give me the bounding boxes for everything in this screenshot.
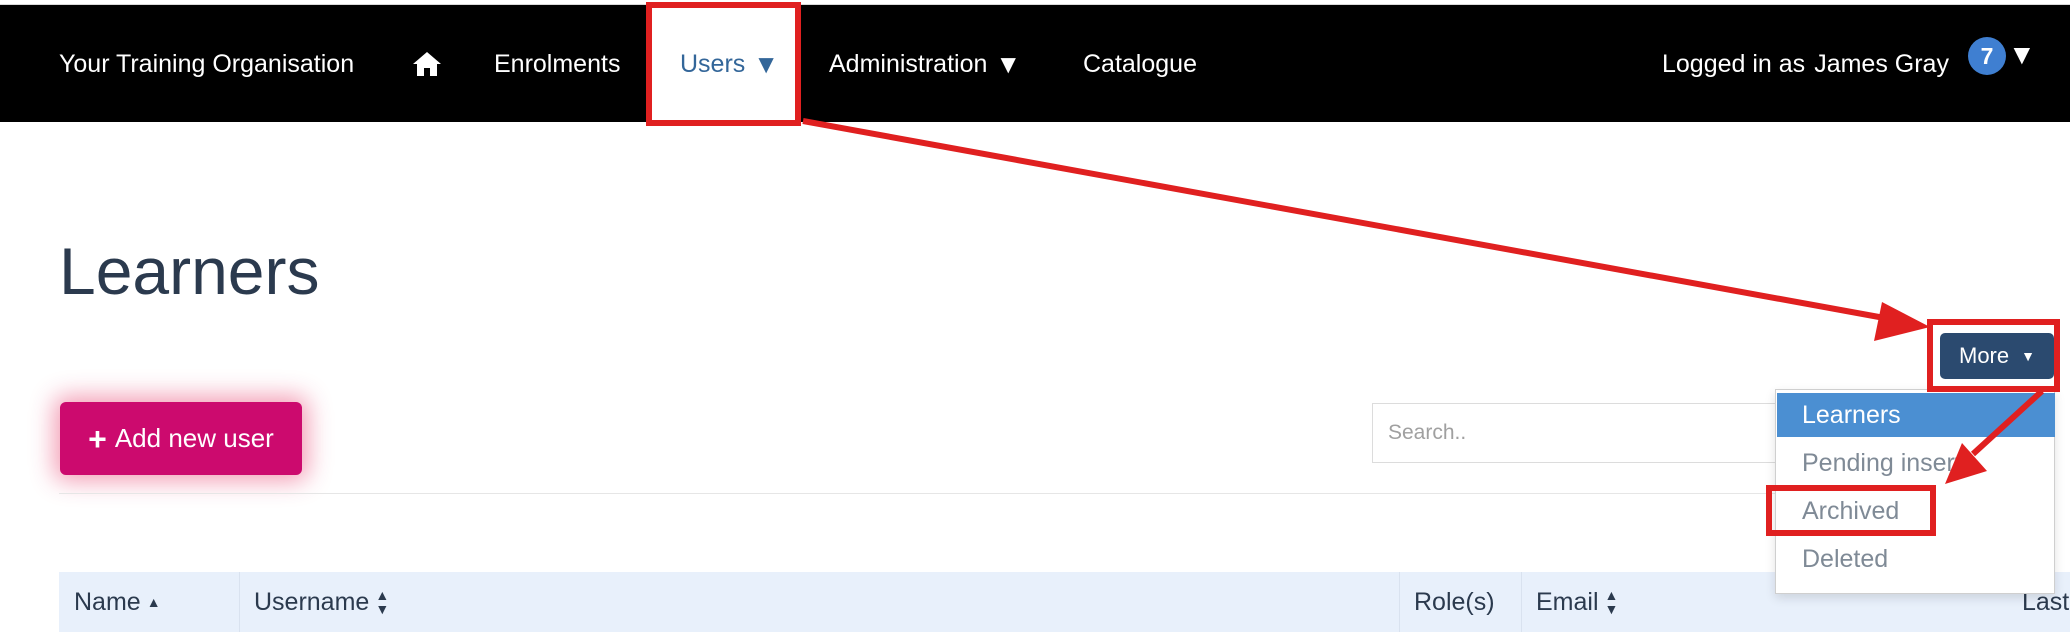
sort-icon: ▲ ▼	[375, 587, 390, 617]
add-user-label: Add new user	[114, 423, 274, 453]
user-name: James Gray	[1814, 49, 1949, 78]
column-separator	[239, 572, 240, 632]
column-header-roles: Role(s)	[1414, 572, 1495, 632]
nav-home[interactable]	[412, 5, 442, 123]
home-icon	[413, 52, 441, 76]
nav-administration-label: Administration	[829, 49, 988, 78]
sort-ascending-icon: ▲	[146, 594, 161, 610]
sort-icon: ▲ ▼	[1604, 587, 1619, 617]
add-user-button[interactable]: + Add new user	[60, 402, 302, 475]
logged-in-label: Logged in as	[1662, 49, 1806, 78]
chevron-down-icon: ▼	[753, 48, 780, 79]
top-navbar: Your Training Organisation Enrolments Us…	[0, 4, 2070, 123]
caret-down-icon: ▼	[2021, 348, 2035, 364]
column-header-username[interactable]: Username ▲ ▼	[254, 572, 389, 632]
nav-users[interactable]: Users ▼	[650, 5, 798, 123]
chevron-down-icon: ▼	[995, 48, 1022, 79]
more-dropdown-menu: Learners Pending insert Archived Deleted	[1775, 389, 2055, 594]
column-header-label: Name	[74, 587, 141, 616]
column-separator	[1521, 572, 1522, 632]
column-header-label: Email	[1536, 587, 1599, 616]
nav-enrolments[interactable]: Enrolments	[494, 5, 620, 123]
column-header-name[interactable]: Name ▲	[74, 572, 161, 632]
brand-link[interactable]: Your Training Organisation	[59, 5, 354, 123]
menu-item-deleted[interactable]: Deleted	[1777, 537, 2055, 581]
user-menu[interactable]: Logged in as James Gray	[1662, 5, 1949, 123]
menu-item-learners[interactable]: Learners	[1777, 393, 2055, 437]
arrow-users-to-more	[802, 118, 1891, 322]
more-button[interactable]: More ▼	[1940, 333, 2054, 379]
column-header-label: Role(s)	[1414, 587, 1495, 616]
column-header-label: Username	[254, 587, 370, 616]
more-label: More	[1959, 343, 2010, 368]
nav-administration[interactable]: Administration ▼	[829, 5, 1021, 123]
table-header: Name ▲ Username ▲ ▼ Role(s) Email ▲ ▼ Last	[59, 572, 2070, 632]
nav-catalogue[interactable]: Catalogue	[1083, 5, 1197, 123]
divider	[59, 493, 1779, 494]
search-input[interactable]	[1372, 403, 1782, 463]
column-header-email[interactable]: Email ▲ ▼	[1536, 572, 1618, 632]
column-separator	[1399, 572, 1400, 632]
menu-item-pending-insert[interactable]: Pending insert	[1777, 441, 2055, 485]
arrow-head	[1874, 302, 1930, 341]
menu-item-archived[interactable]: Archived	[1777, 489, 2055, 533]
plus-icon: +	[88, 420, 107, 457]
chevron-down-icon[interactable]: ▼	[2008, 39, 2036, 71]
notification-badge[interactable]: 7	[1968, 37, 2006, 75]
nav-users-label: Users	[680, 49, 746, 78]
page-title: Learners	[59, 234, 320, 308]
